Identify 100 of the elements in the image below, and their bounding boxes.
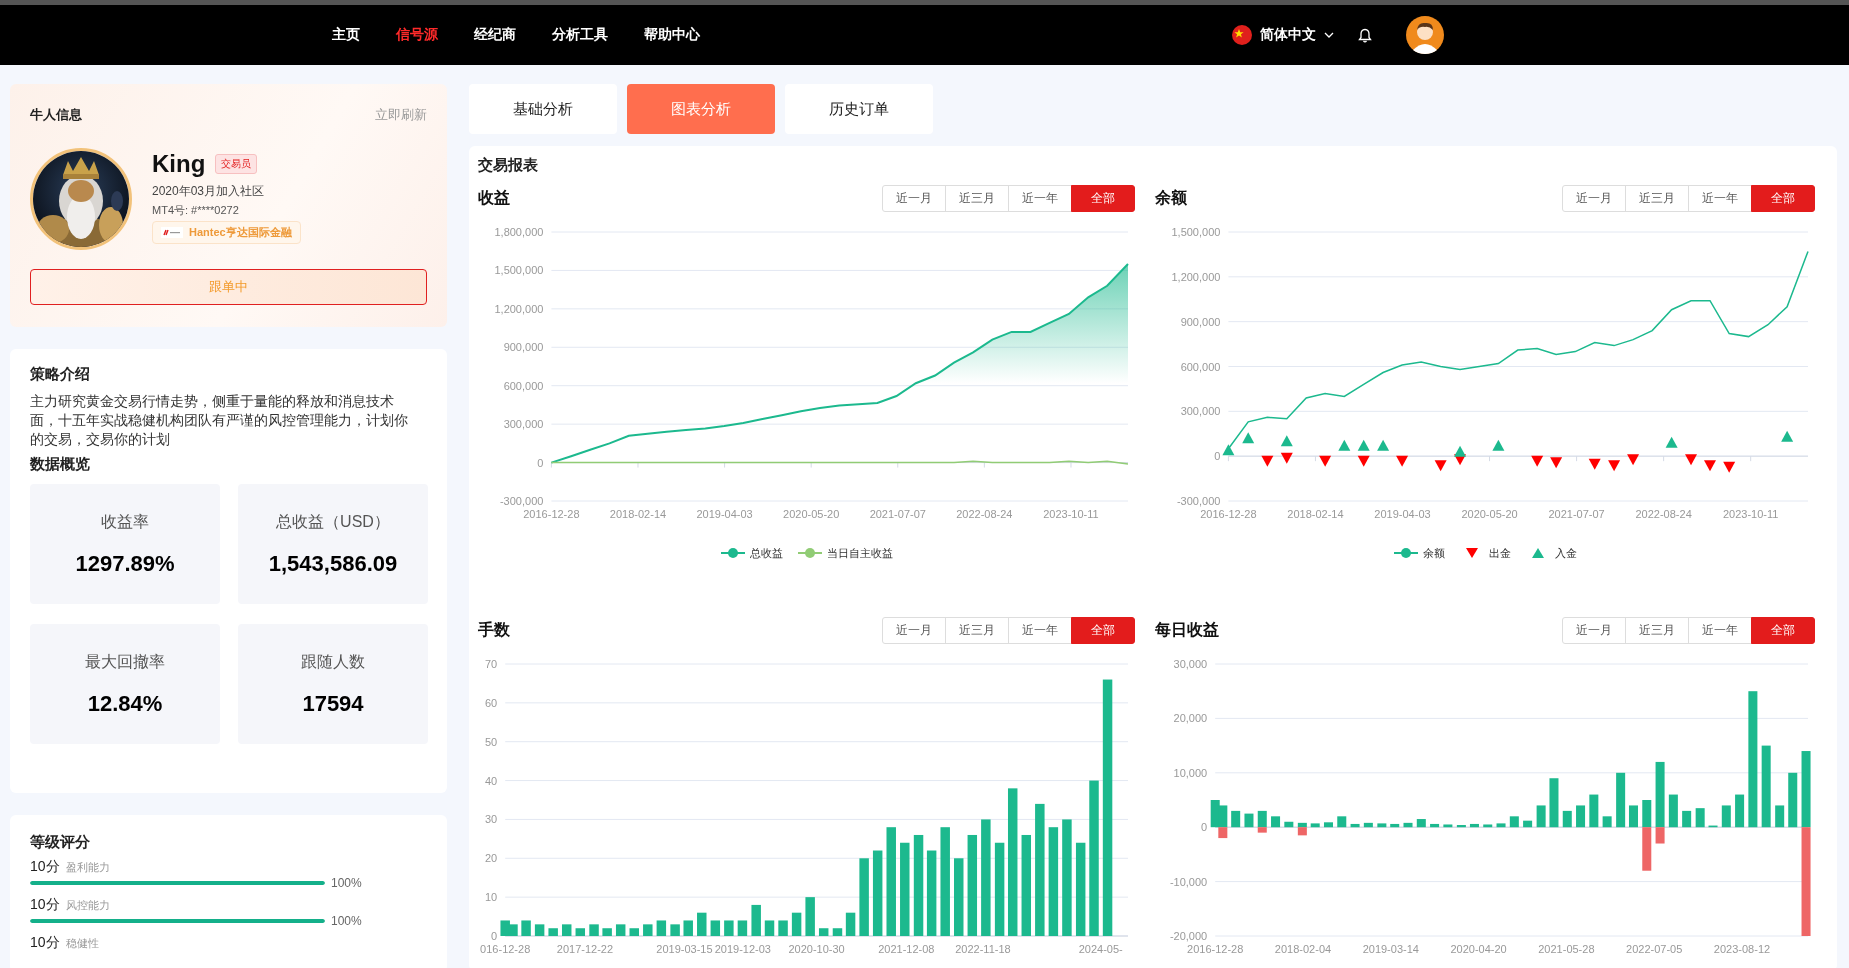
axis-label: 2020-04-20 bbox=[1450, 943, 1507, 955]
stat-label: 收益率 bbox=[101, 511, 149, 532]
axis-label: 50 bbox=[484, 735, 498, 748]
nav-link[interactable]: 帮助中心 bbox=[644, 26, 700, 44]
rating-label: 稳健性 bbox=[65, 936, 99, 951]
axis-label: -300,000 bbox=[499, 495, 544, 507]
axis-label: 2019-12-03 bbox=[714, 943, 771, 955]
range-button[interactable]: 全部 bbox=[1751, 185, 1815, 212]
axis-label: 0 bbox=[1214, 450, 1221, 463]
range-button[interactable]: 近一年 bbox=[1008, 185, 1072, 212]
axis-label: 70 bbox=[484, 658, 498, 670]
legend-icon[interactable] bbox=[1393, 547, 1419, 559]
axis-label: 2022-07-05 bbox=[1626, 943, 1683, 955]
axis-label: 2020-05-20 bbox=[1461, 508, 1518, 520]
axis-label: 900,000 bbox=[1180, 315, 1221, 328]
language-selector[interactable]: 简体中文 bbox=[1260, 26, 1316, 44]
stat-value: 1297.89% bbox=[75, 550, 175, 577]
broker-tag: Hantec亨达国际金融 bbox=[152, 221, 301, 244]
range-button[interactable]: 近一年 bbox=[1008, 617, 1072, 644]
axis-label: 0 bbox=[491, 930, 498, 942]
strategy-description: 主力研究黄金交易行情走势，侧重于量能的释放和消息技术面，十五年实战稳健机构团队有严谨的风控管理能力，计划你的交易，交易你的计划 bbox=[30, 393, 409, 449]
axis-label: 2023-10-11 bbox=[1722, 508, 1779, 520]
axis-label: 300,000 bbox=[503, 418, 544, 431]
axis-label: 60 bbox=[484, 696, 498, 709]
chevron-down-icon[interactable] bbox=[1324, 32, 1334, 38]
chart-title: 每日收益 bbox=[1155, 620, 1219, 640]
flag-icon bbox=[1232, 25, 1252, 45]
tab[interactable]: 历史订单 bbox=[785, 84, 933, 134]
legend-icon[interactable] bbox=[720, 547, 746, 559]
stat-label: 总收益（USD） bbox=[276, 511, 390, 532]
nav-link[interactable]: 信号源 bbox=[396, 26, 438, 44]
range-button[interactable]: 近一年 bbox=[1688, 617, 1752, 644]
axis-label: 600,000 bbox=[1180, 360, 1221, 373]
legend-label[interactable]: 余额 bbox=[1423, 545, 1445, 561]
nav-link[interactable]: 主页 bbox=[332, 26, 360, 44]
axis-label: 1,200,000 bbox=[494, 302, 544, 315]
axis-label: 2020-10-30 bbox=[788, 943, 845, 955]
nav-link[interactable]: 分析工具 bbox=[552, 26, 608, 44]
axis-label: 900,000 bbox=[503, 341, 544, 354]
section-title: 数据概览 bbox=[30, 455, 91, 474]
score-text: 10分 bbox=[30, 896, 60, 914]
axis-label: 2019-03-14 bbox=[1362, 943, 1419, 955]
chart-title: 手数 bbox=[478, 620, 510, 640]
range-button[interactable]: 近三月 bbox=[1625, 185, 1689, 212]
rating-label: 风控能力 bbox=[65, 898, 110, 913]
bell-icon[interactable] bbox=[1358, 27, 1372, 43]
axis-label: 1,800,000 bbox=[494, 226, 544, 238]
axis-label: 30 bbox=[484, 813, 498, 826]
axis-label: 1,500,000 bbox=[494, 264, 544, 277]
axis-label: 20 bbox=[484, 852, 498, 865]
section-title: 策略介绍 bbox=[30, 365, 91, 384]
axis-label: 2023-08-12 bbox=[1713, 943, 1771, 955]
axis-label: 2018-02-14 bbox=[609, 508, 667, 520]
range-button[interactable]: 近一月 bbox=[882, 617, 946, 644]
axis-label: 2019-04-03 bbox=[1374, 508, 1431, 520]
nav-link[interactable]: 经纪商 bbox=[474, 26, 516, 44]
axis-label: 1,500,000 bbox=[1171, 226, 1221, 238]
avatar-icon[interactable] bbox=[1406, 16, 1444, 54]
axis-label: 2022-08-24 bbox=[1635, 508, 1692, 520]
range-button[interactable]: 近一月 bbox=[1562, 617, 1626, 644]
stat-value: 17594 bbox=[302, 690, 364, 717]
range-button[interactable]: 近三月 bbox=[1625, 617, 1689, 644]
range-button[interactable]: 近一年 bbox=[1688, 185, 1752, 212]
legend-label[interactable]: 当日自主收益 bbox=[827, 545, 893, 561]
trader-name: King bbox=[152, 150, 206, 178]
range-button[interactable]: 近三月 bbox=[945, 185, 1009, 212]
axis-label: 2019-04-03 bbox=[696, 508, 753, 520]
axis-label: -300,000 bbox=[1176, 495, 1221, 507]
legend-label[interactable]: 总收益 bbox=[750, 545, 783, 561]
axis-label: 2016-12-28 bbox=[523, 508, 580, 520]
axis-label: 2024-05- bbox=[1078, 943, 1123, 955]
axis-label: -10,000 bbox=[1169, 875, 1208, 888]
percent-text: 100% bbox=[331, 914, 362, 928]
axis-label: 1,200,000 bbox=[1171, 270, 1221, 283]
range-button[interactable]: 全部 bbox=[1071, 617, 1135, 644]
report-title: 交易报表 bbox=[478, 156, 539, 175]
account-number: MT4号: #****0272 bbox=[152, 203, 240, 218]
range-button[interactable]: 近三月 bbox=[945, 617, 1009, 644]
score-text: 10分 bbox=[30, 934, 60, 952]
role-badge: 交易员 bbox=[215, 154, 258, 174]
range-button[interactable]: 近一月 bbox=[1562, 185, 1626, 212]
logo-icon bbox=[161, 227, 183, 238]
range-button[interactable]: 全部 bbox=[1751, 617, 1815, 644]
axis-label: 10,000 bbox=[1173, 766, 1208, 779]
chart-title: 余额 bbox=[1155, 188, 1187, 208]
axis-label: 2021-07-07 bbox=[1548, 508, 1605, 520]
axis-label: 2019-03-15 bbox=[656, 943, 713, 955]
section-title: 等级评分 bbox=[30, 833, 91, 852]
legend-label[interactable]: 入金 bbox=[1555, 545, 1577, 561]
range-button[interactable]: 全部 bbox=[1071, 185, 1135, 212]
axis-label: 2021-05-28 bbox=[1538, 943, 1595, 955]
axis-label: 2016-12-28 bbox=[1187, 943, 1244, 955]
range-button[interactable]: 近一月 bbox=[882, 185, 946, 212]
axis-label: 30,000 bbox=[1173, 658, 1208, 670]
join-date: 2020年03月加入社区 bbox=[152, 183, 266, 200]
axis-label: 40 bbox=[484, 774, 498, 787]
axis-label: 2021-07-07 bbox=[869, 508, 926, 520]
tab[interactable]: 基础分析 bbox=[469, 84, 617, 134]
legend-label[interactable]: 出金 bbox=[1489, 545, 1511, 561]
axis-label: 2018-02-14 bbox=[1287, 508, 1344, 520]
